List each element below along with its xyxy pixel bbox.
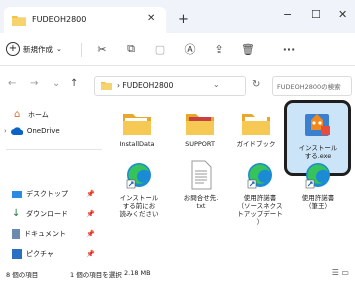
selected-size: 2.18 MB <box>124 269 151 277</box>
sidebar-item-pictures[interactable]: ピクチャ <box>12 246 116 262</box>
delete-icon[interactable]: 🗑 <box>240 41 256 57</box>
more-icon[interactable]: ··· <box>281 41 297 57</box>
folder-icon <box>186 114 214 135</box>
status-bar: 8 個の項目 1 個の項目を選択 2.18 MB ☰ ▭ <box>0 266 355 281</box>
file-item-readme-shortcut[interactable]: インストール する前にお 読みください <box>110 160 168 218</box>
folder-icon <box>123 114 151 135</box>
cloud-icon <box>10 127 23 135</box>
file-item-support[interactable]: SUPPORT <box>171 112 229 148</box>
sidebar: ⌂ ホーム › OneDrive デスクトップ 📌 ↓ ダウンロード 📌 ドキュ… <box>0 104 108 266</box>
address-path-text: FUDEOH2800 <box>122 81 174 90</box>
pin-icon[interactable]: 📌 <box>86 210 95 218</box>
up-icon[interactable]: ↑ <box>70 78 78 89</box>
chevron-down-icon[interactable]: ⌄ <box>52 78 60 89</box>
file-explorer-window: FUDEOH2800 ✕ + − ☐ ✕ + 新規作成 ⌄ ✂ ⧉ ▢ Ⓐ ⇪ … <box>0 0 355 281</box>
file-item-contact-txt[interactable]: お問合せ先. txt <box>172 160 230 210</box>
selected-count: 1 個の項目を選択 <box>70 271 122 279</box>
installer-icon <box>305 114 330 136</box>
file-item-guidebook[interactable]: ガイドブック <box>227 112 285 148</box>
pin-icon[interactable]: 📌 <box>86 230 95 238</box>
file-label: ガイドブック <box>236 140 276 148</box>
view-toggle-icons[interactable]: ☰ ▭ <box>332 268 349 277</box>
share-icon[interactable]: ⇪ <box>211 41 227 57</box>
minimize-button[interactable]: − <box>283 8 292 21</box>
file-item-license-fudeoh[interactable]: 使用許諾書 （筆王） <box>289 160 347 210</box>
sidebar-item-label: デスクトップ <box>26 190 68 198</box>
folder-icon <box>12 16 26 26</box>
chevron-down-icon: ⌄ <box>56 45 62 53</box>
sidebar-item-label: ピクチャ <box>26 250 54 258</box>
search-placeholder: FUDEOH2800の検索 <box>277 83 341 91</box>
file-item-installdata[interactable]: InstallData <box>108 112 166 148</box>
sidebar-item-label: ダウンロード <box>26 210 68 218</box>
document-icon <box>12 229 20 239</box>
copy-icon[interactable]: ⧉ <box>123 41 139 57</box>
title-bar: FUDEOH2800 ✕ + − ☐ ✕ <box>0 0 355 33</box>
sidebar-item-home[interactable]: ⌂ ホーム <box>14 107 118 123</box>
chevron-right-icon: › <box>4 127 7 135</box>
refresh-icon[interactable]: ↻ <box>252 79 260 90</box>
sidebar-item-label: ホーム <box>28 111 49 119</box>
sidebar-item-label: OneDrive <box>26 127 60 135</box>
new-tab-icon[interactable]: + <box>178 12 189 27</box>
desktop-icon <box>12 190 22 198</box>
close-button[interactable]: ✕ <box>338 8 347 21</box>
back-icon[interactable]: ← <box>8 78 16 89</box>
edge-icon <box>247 163 272 189</box>
search-box[interactable]: FUDEOH2800の検索 <box>272 76 352 96</box>
maximize-button[interactable]: ☐ <box>311 8 321 21</box>
pin-icon[interactable]: 📌 <box>86 190 95 198</box>
file-item-install-exe[interactable]: インストール する.exe <box>289 110 347 160</box>
address-bar[interactable]: › FUDEOH2800 ⌄ <box>94 76 246 96</box>
folder-icon <box>242 114 270 135</box>
tab-title: FUDEOH2800 <box>32 15 87 24</box>
edge-icon <box>305 163 330 189</box>
folder-icon <box>101 81 112 90</box>
paste-icon[interactable]: ▢ <box>152 41 168 57</box>
file-label: 使用許諾書 （筆王） <box>301 194 335 210</box>
chevron-down-icon[interactable]: ⌄ <box>213 80 220 89</box>
new-button-label: 新規作成 <box>23 44 53 54</box>
sidebar-item-label: ドキュメント <box>24 230 66 238</box>
close-tab-icon[interactable]: ✕ <box>147 13 155 24</box>
divider <box>81 43 82 57</box>
picture-icon <box>12 249 22 259</box>
new-button[interactable]: + 新規作成 ⌄ <box>6 41 62 57</box>
sidebar-item-documents[interactable]: ドキュメント <box>12 226 116 242</box>
file-label: 使用許諾書 （ソースネクス トアップデート ） <box>237 194 283 226</box>
command-bar: + 新規作成 ⌄ ✂ ⧉ ▢ Ⓐ ⇪ 🗑 ··· <box>0 33 355 66</box>
file-item-license-update[interactable]: 使用許諾書 （ソースネクス トアップデート ） <box>231 160 289 226</box>
forward-icon[interactable]: → <box>30 78 38 89</box>
file-label: インストール する.exe <box>298 144 338 160</box>
text-file-icon <box>191 160 212 190</box>
sidebar-item-desktop[interactable]: デスクトップ <box>12 186 116 202</box>
sidebar-item-onedrive[interactable]: › OneDrive <box>4 123 108 139</box>
divider <box>6 149 102 150</box>
tab-fudeoh2800[interactable]: FUDEOH2800 ✕ <box>4 7 166 33</box>
cut-icon[interactable]: ✂ <box>94 41 110 57</box>
file-label: SUPPORT <box>185 140 215 148</box>
edge-icon <box>126 163 151 189</box>
download-icon: ↓ <box>12 208 21 219</box>
item-count: 8 個の項目 <box>6 271 39 279</box>
address-row: ← → ⌄ ↑ › FUDEOH2800 ⌄ ↻ FUDEOH2800の検索 <box>0 66 355 102</box>
address-path: › FUDEOH2800 <box>117 81 174 90</box>
file-label: お問合せ先. txt <box>183 194 219 210</box>
pin-icon[interactable]: 📌 <box>86 250 95 258</box>
home-icon: ⌂ <box>14 109 21 120</box>
sidebar-item-downloads[interactable]: ↓ ダウンロード <box>12 206 116 222</box>
rename-icon[interactable]: Ⓐ <box>182 41 198 57</box>
file-label: InstallData <box>119 140 155 148</box>
plus-circle-icon: + <box>6 42 20 56</box>
file-label: インストール する前にお 読みください <box>119 194 159 218</box>
